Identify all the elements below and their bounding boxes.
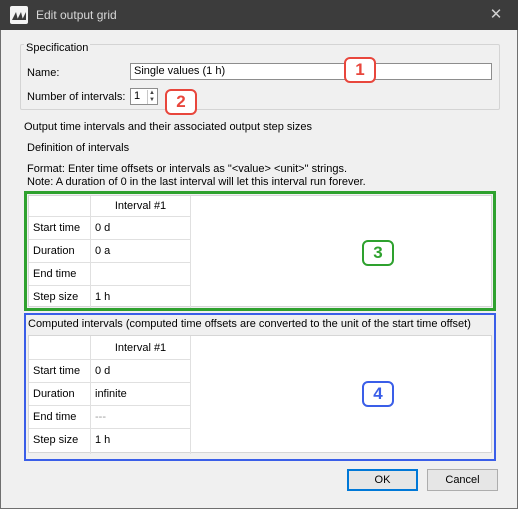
name-label: Name: (27, 67, 60, 79)
intervals-value: 1 (134, 90, 141, 102)
window-title: Edit output grid (36, 8, 117, 22)
format-note: Format: Enter time offsets or intervals … (27, 163, 348, 175)
annotation-badge-2: 2 (165, 89, 197, 115)
spin-buttons[interactable]: ▲ ▼ (147, 90, 156, 104)
name-input[interactable]: Single values (1 h) (130, 63, 492, 80)
computed-step-size-cell: 1 h (91, 429, 191, 454)
computed-end-time-cell: --- (91, 406, 191, 429)
annotation-badge-4: 4 (362, 381, 394, 407)
cancel-button[interactable]: Cancel (427, 469, 498, 491)
row-label-end-time: End time (29, 406, 91, 429)
row-label-end-time: End time (29, 263, 91, 286)
intervals-spinbox[interactable]: 1 ▲ ▼ (130, 88, 158, 105)
close-icon[interactable]: ✕ (486, 5, 506, 25)
annotation-badge-3: 3 (362, 240, 394, 266)
ok-button[interactable]: OK (347, 469, 418, 491)
step-size-cell[interactable]: 1 h (91, 286, 191, 308)
row-label-duration: Duration (29, 240, 91, 263)
annotation-badge-1: 1 (344, 57, 376, 83)
computed-start-time-cell: 0 d (91, 360, 191, 383)
spin-up-icon[interactable]: ▲ (148, 90, 156, 97)
definition-table[interactable]: Interval #1 Start time 0 d Duration 0 a … (28, 195, 492, 308)
computed-table[interactable]: Interval #1 Start time 0 d Duration infi… (28, 335, 492, 454)
computed-column-header[interactable]: Interval #1 (91, 336, 191, 360)
duration-note: Note: A duration of 0 in the last interv… (27, 176, 366, 188)
end-time-cell[interactable] (91, 263, 191, 286)
row-label-start-time: Start time (29, 360, 91, 383)
intervals-label: Number of intervals: (27, 91, 126, 103)
start-time-cell[interactable]: 0 d (91, 217, 191, 240)
specification-label: Specification (24, 42, 91, 54)
spin-down-icon[interactable]: ▼ (148, 97, 156, 104)
row-label-duration: Duration (29, 383, 91, 406)
row-label-start-time: Start time (29, 217, 91, 240)
row-label-step-size: Step size (29, 286, 91, 308)
table-corner (29, 336, 91, 360)
title-bar: Edit output grid ✕ (0, 0, 518, 30)
computed-duration-cell: infinite (91, 383, 191, 406)
definition-label: Definition of intervals (27, 142, 130, 154)
definition-column-header[interactable]: Interval #1 (91, 196, 191, 217)
table-corner (29, 196, 91, 217)
row-label-step-size: Step size (29, 429, 91, 454)
app-logo-icon (10, 6, 28, 24)
output-section-label: Output time intervals and their associat… (24, 121, 312, 133)
computed-section-label: Computed intervals (computed time offset… (28, 318, 471, 330)
duration-cell[interactable]: 0 a (91, 240, 191, 263)
